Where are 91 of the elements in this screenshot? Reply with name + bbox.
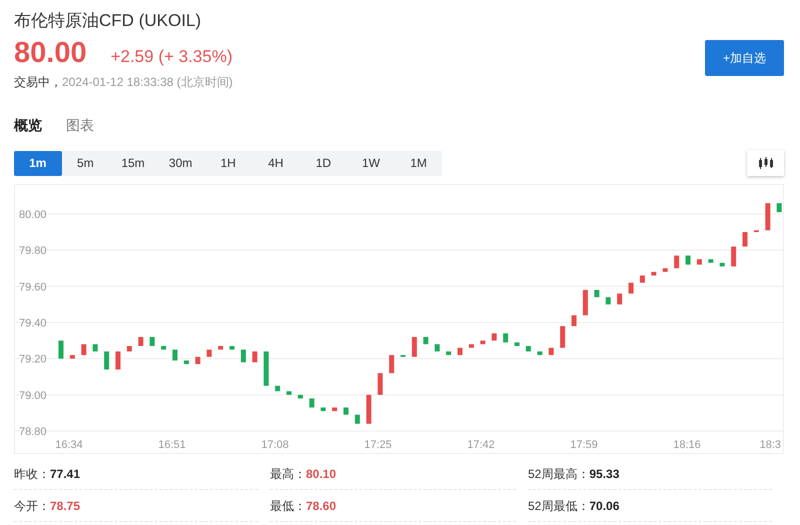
candlestick: [742, 232, 748, 247]
candlestick: [765, 204, 770, 231]
candlestick: [70, 355, 75, 360]
candlestick: [81, 344, 86, 356]
candlestick: [298, 395, 303, 399]
candlestick: [230, 346, 234, 350]
stat-value: 77.41: [50, 466, 80, 483]
candlestick: [617, 294, 622, 305]
price: 80.00: [14, 38, 87, 70]
candlestick: [172, 350, 178, 361]
y-axis-label: 79.80: [19, 246, 47, 258]
candlestick: [161, 346, 166, 350]
candlestick: [582, 290, 588, 316]
x-axis-label: 16:51: [158, 439, 186, 452]
tab[interactable]: 概览: [14, 115, 42, 142]
y-axis-label: 79.40: [19, 318, 47, 330]
timestamp: 2024-01-12 18:33:38: [62, 75, 174, 90]
candlestick: [218, 346, 224, 350]
candlestick: [286, 392, 292, 396]
candlestick: [754, 230, 759, 232]
candlestick: [720, 263, 725, 267]
y-axis-label: 78.80: [19, 426, 47, 438]
y-axis-label: 79.00: [19, 390, 47, 402]
timezone: (北京时间): [176, 75, 233, 90]
interval-tab[interactable]: 15m: [109, 150, 157, 176]
candlestick: [514, 342, 520, 346]
interval-tab[interactable]: 1M: [394, 150, 442, 176]
add-watchlist-button[interactable]: +加自选: [705, 40, 784, 76]
candlestick: [240, 350, 246, 363]
interval-tab[interactable]: 1W: [347, 150, 395, 176]
candlestick: [708, 260, 714, 264]
y-axis-label: 80.00: [19, 209, 47, 222]
stat-value: 78.60: [306, 498, 336, 515]
stat-label: 最低：: [270, 498, 306, 515]
candlestick: [468, 344, 474, 348]
candlestick: [480, 340, 486, 345]
interval-tab[interactable]: 4H: [252, 150, 300, 176]
candlestick: [446, 352, 452, 356]
y-axis-label: 79.60: [19, 282, 47, 294]
x-axis-label: 16:34: [55, 439, 83, 452]
stat-label: 52周最低：: [528, 498, 590, 515]
stat-label: 52周最高：: [528, 466, 590, 483]
candlestick: [264, 352, 269, 386]
x-axis-label: 17:25: [364, 439, 392, 452]
candlestick: [252, 352, 258, 363]
candlestick: [628, 283, 634, 294]
candlestick: [662, 268, 668, 272]
price-change: +2.59 (+ 3.35%): [110, 46, 232, 68]
candlestick: [389, 355, 394, 374]
stat-value: 78.75: [50, 498, 80, 515]
candlestick: [400, 355, 406, 358]
candlestick: [92, 344, 98, 352]
candlestick: [366, 395, 372, 424]
interval-tab[interactable]: 1H: [204, 150, 252, 176]
stat-value: 70.06: [589, 498, 620, 515]
stat-value: 95.33: [589, 466, 620, 483]
stat-label: 今开：: [14, 498, 50, 515]
interval-tab[interactable]: 1D: [300, 150, 348, 176]
candlestick: [320, 408, 326, 412]
candlestick: [378, 374, 383, 396]
candlestick: [560, 326, 566, 348]
candlestick: [731, 246, 736, 267]
candlestick: [412, 337, 417, 358]
interval-tab[interactable]: 5m: [62, 150, 110, 176]
stat-label: 最高：: [270, 466, 306, 483]
trading-status: 交易中，: [14, 75, 62, 90]
interval-tab[interactable]: 30m: [156, 150, 204, 176]
candlestick: [651, 272, 656, 276]
candlestick: [537, 352, 542, 356]
x-axis-label: 18:3: [760, 439, 781, 452]
instrument-symbol: (UKOIL): [138, 11, 202, 30]
candlestick: [116, 352, 120, 370]
x-axis-label: 17:08: [261, 439, 289, 452]
candlestick: [58, 340, 64, 360]
candlestick: [776, 204, 782, 213]
x-axis-label: 18:16: [673, 439, 701, 452]
candlestick: [332, 408, 338, 412]
candlestick-chart-button[interactable]: [747, 150, 784, 176]
interval-tab[interactable]: 1m: [14, 150, 62, 176]
stat-label: 昨收：: [14, 466, 50, 483]
candlestick: [104, 352, 110, 370]
candlestick: [674, 256, 680, 269]
candlestick: [572, 316, 576, 326]
stat-value: 80.10: [306, 466, 336, 483]
tab[interactable]: 图表: [66, 115, 94, 142]
candlestick-icon: [758, 157, 774, 170]
x-axis-label: 17:42: [467, 439, 495, 452]
instrument-title: 布伦特原油CFD: [14, 11, 134, 30]
candlestick: [184, 360, 189, 364]
x-axis-label: 17:59: [570, 439, 598, 452]
y-axis-label: 79.20: [19, 354, 47, 366]
